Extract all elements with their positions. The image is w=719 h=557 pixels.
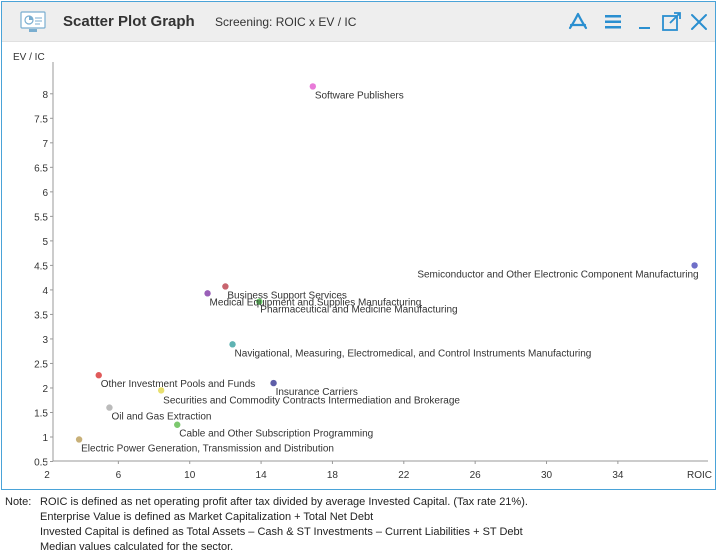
x-tick-label: 6 — [116, 470, 122, 481]
menu-icon[interactable] — [602, 12, 624, 32]
note-label: Note: — [5, 496, 32, 508]
x-axis-label: ROIC — [687, 470, 712, 481]
y-tick-label: 5.5 — [34, 212, 48, 223]
popout-icon[interactable] — [661, 12, 683, 32]
pdf-icon[interactable] — [567, 12, 589, 32]
y-tick-label: 1.5 — [34, 408, 48, 419]
data-point[interactable] — [75, 436, 83, 443]
scatter-chart: EV / IC ROIC 0.5 1 1.5 2 2.5 3 3.5 4 4.5 5 5.5 6 6.5… — [13, 52, 712, 481]
y-tick-label: 4.5 — [34, 261, 48, 272]
point-label: Securities and Commodity Contracts Inter… — [163, 395, 460, 406]
point-label: Electric Power Generation, Transmission … — [81, 443, 334, 454]
x-tick-label: 10 — [184, 470, 196, 481]
y-axis-label: EV / IC — [13, 52, 45, 63]
x-tick-label: 14 — [256, 470, 268, 481]
x-tick-label: 2 — [44, 470, 50, 481]
y-tick-label: 2.5 — [34, 359, 48, 370]
y-tick-label: 6 — [42, 188, 48, 199]
x-tick-label: 22 — [398, 470, 410, 481]
point-label: Pharmaceutical and Medicine Manufacturin… — [260, 305, 457, 316]
x-tick-label: 30 — [541, 470, 553, 481]
y-tick-label: 8 — [42, 90, 48, 101]
y-tick-label: 2 — [42, 384, 48, 395]
note-line: ROIC is defined as net operating profit … — [40, 496, 528, 508]
chart-app-icon — [20, 11, 46, 32]
data-point[interactable] — [95, 372, 102, 379]
data-point[interactable] — [270, 379, 277, 387]
title-bar: Scatter Plot Graph Screening: ROIC x EV … — [2, 2, 715, 42]
y-tick-label: 7.5 — [34, 114, 48, 125]
data-point[interactable] — [106, 404, 113, 411]
data-point[interactable] — [229, 341, 236, 348]
window-title: Scatter Plot Graph — [63, 13, 195, 30]
x-tick-label: 18 — [327, 470, 339, 481]
y-tick-label: 6.5 — [34, 163, 48, 174]
note-line: Enterprise Value is defined as Market Ca… — [40, 511, 374, 523]
note-line: Invested Capital is defined as Total Ass… — [40, 526, 523, 538]
point-label: Software Publishers — [315, 90, 404, 101]
point-label: Navigational, Measuring, Electromedical,… — [235, 348, 592, 359]
y-tick-label: 4 — [42, 286, 48, 297]
minimize-icon[interactable] — [634, 12, 656, 32]
chart-window: Scatter Plot Graph Screening: ROIC x EV … — [1, 1, 716, 490]
data-point[interactable] — [691, 262, 698, 269]
data-point[interactable] — [222, 283, 229, 290]
notes-section: Note: ROIC is defined as net operating p… — [5, 495, 528, 555]
close-icon[interactable] — [688, 12, 710, 32]
point-label: Semiconductor and Other Electronic Compo… — [417, 269, 698, 280]
point-label: Other Investment Pools and Funds — [101, 379, 256, 390]
window-subtitle: Screening: ROIC x EV / IC — [215, 15, 357, 29]
y-tick-label: 5 — [42, 237, 48, 248]
y-tick-label: 1 — [42, 433, 48, 444]
y-tick-label: 3 — [42, 335, 48, 346]
note-line: Median values calculated for the sector. — [40, 541, 234, 553]
y-tick-label: 0.5 — [34, 458, 48, 469]
data-point[interactable] — [309, 83, 317, 90]
y-tick-label: 3.5 — [34, 310, 48, 321]
point-label: Oil and Gas Extraction — [111, 412, 211, 423]
x-tick-label: 26 — [470, 470, 482, 481]
point-label: Cable and Other Subscription Programming — [179, 429, 373, 440]
x-tick-label: 34 — [612, 470, 624, 481]
y-tick-label: 7 — [42, 139, 48, 150]
data-point[interactable] — [204, 290, 211, 297]
